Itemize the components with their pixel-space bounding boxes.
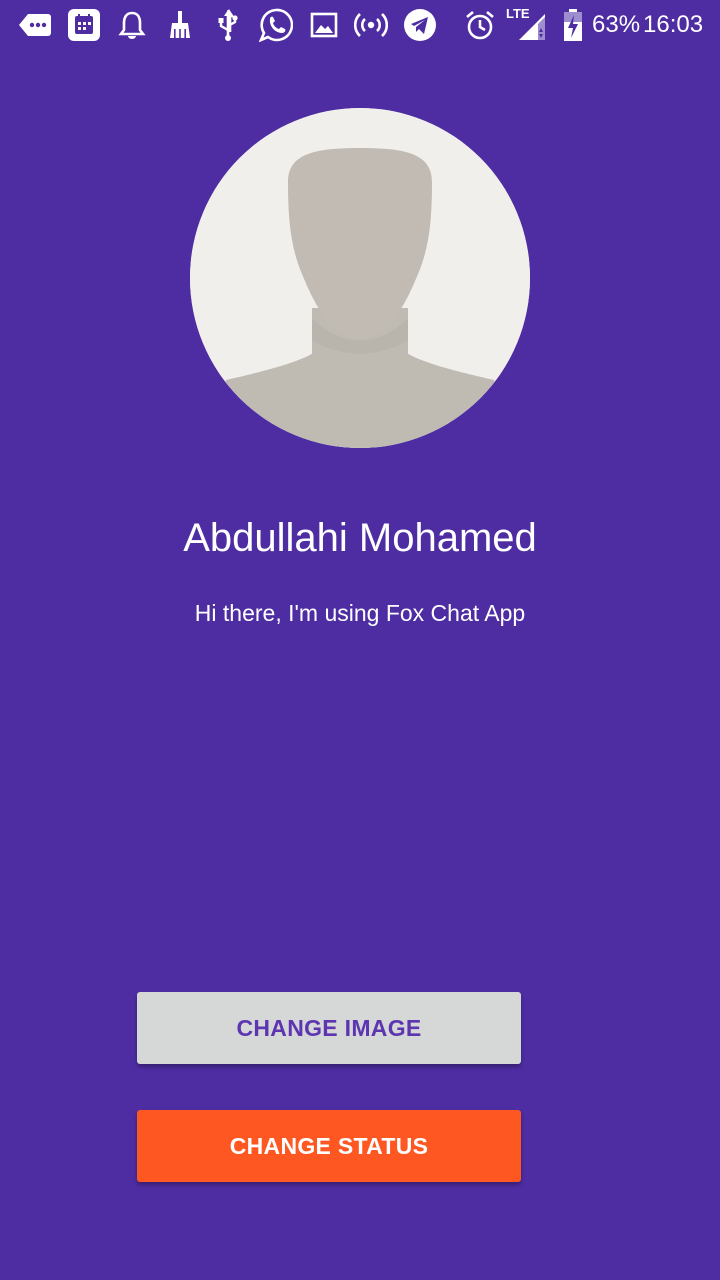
default-avatar-icon (190, 108, 530, 448)
profile-status-text: Hi there, I'm using Fox Chat App (194, 600, 526, 626)
telegram-icon (404, 9, 436, 41)
battery-percent: 63% (592, 11, 641, 38)
change-image-button[interactable]: CHANGE IMAGE (137, 992, 521, 1064)
usb-icon (218, 9, 238, 41)
status-bar: LTE 63% 16:03 (0, 0, 720, 50)
alarm-icon (466, 11, 494, 40)
image-icon (310, 12, 338, 38)
profile-avatar[interactable] (190, 108, 530, 448)
hotspot-icon (354, 13, 388, 37)
messages-icon (19, 14, 51, 36)
clock: 16:03 (643, 11, 704, 38)
whatsapp-icon (259, 8, 293, 42)
profile-name: Abdullahi Mohamed (183, 516, 537, 560)
lte-signal-icon: LTE (505, 6, 549, 44)
broom-icon (170, 11, 190, 38)
bell-icon (118, 11, 146, 39)
change-status-button[interactable]: CHANGE STATUS (137, 1110, 521, 1182)
calendar-icon (68, 9, 100, 41)
battery-charging-icon (564, 9, 582, 41)
